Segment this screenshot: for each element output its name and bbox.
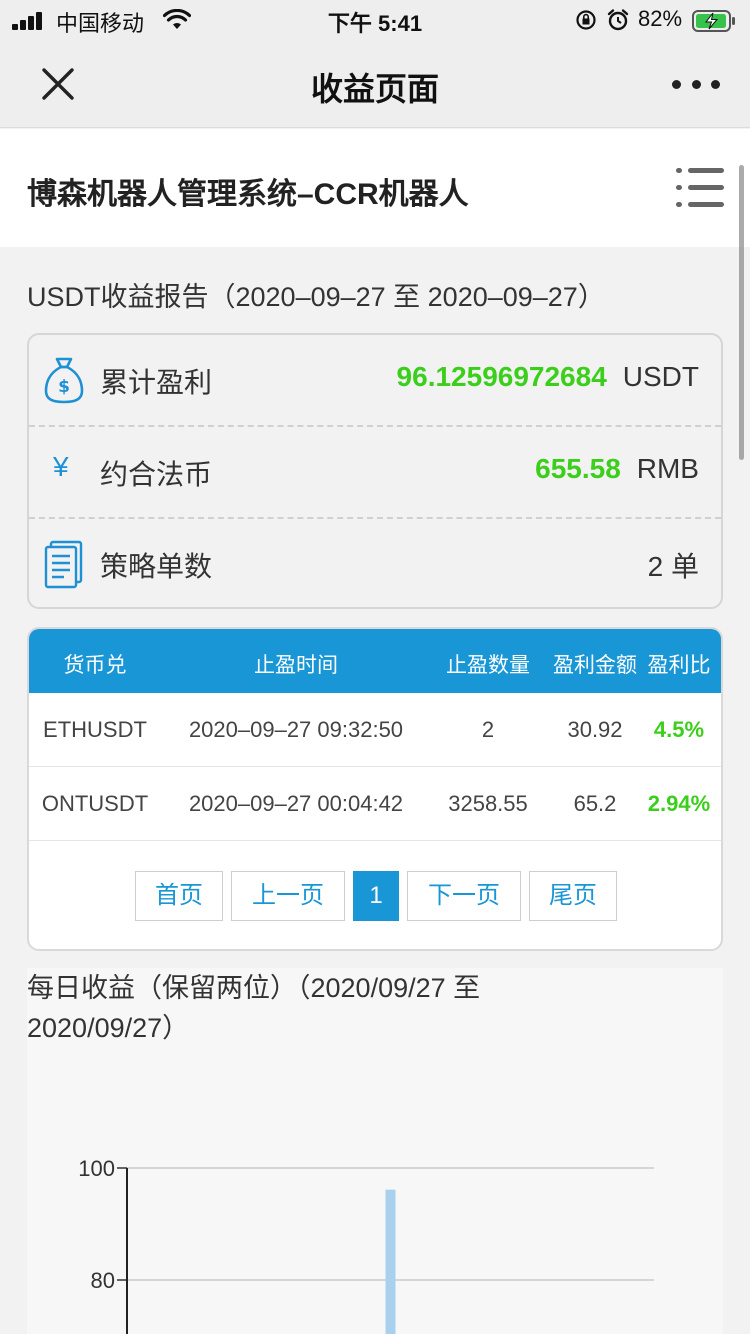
first-page-button[interactable]: 首页 <box>135 871 223 921</box>
rotation-lock-icon <box>576 10 596 30</box>
summary-row-orders: 策略单数 2 单 <box>29 519 721 611</box>
cell-quantity: 2 <box>481 717 495 742</box>
summary-label: 策略单数 <box>100 551 213 582</box>
money-bag-icon: $ <box>44 357 84 404</box>
summary-row-total-profit: $ 累计盈利 96.12596972684 USDT <box>29 335 721 427</box>
column-header: 货币兑 <box>63 654 127 677</box>
last-page-button[interactable]: 尾页 <box>529 871 617 921</box>
profit-table-card: 货币兑 止盈时间 止盈数量 盈利金额 盈利比 ETHUSDT 2020–09–2… <box>27 627 723 951</box>
table-row: ETHUSDT 2020–09–27 09:32:50 2 30.92 4.5% <box>29 693 721 767</box>
total-profit-value: 96.12596972684 <box>396 361 607 392</box>
cell-time: 2020–09–27 00:04:42 <box>188 791 404 816</box>
column-header: 盈利比 <box>647 654 711 677</box>
hamburger-menu-icon[interactable] <box>674 166 724 210</box>
cell-ratio: 4.5% <box>653 717 705 742</box>
summary-unit: USDT <box>622 361 699 392</box>
document-icon <box>44 540 83 589</box>
column-header: 止盈数量 <box>446 654 530 677</box>
more-icon[interactable] <box>672 70 720 98</box>
yen-icon: ¥ <box>53 451 69 482</box>
pagination: 首页 上一页 1 下一页 尾页 <box>29 871 721 923</box>
cell-quantity: 3258.55 <box>448 791 528 816</box>
nav-bar: 收益页面 <box>0 40 750 128</box>
next-page-button[interactable]: 下一页 <box>407 871 521 921</box>
prev-page-button[interactable]: 上一页 <box>231 871 345 921</box>
alarm-icon <box>607 9 629 31</box>
scrollbar[interactable] <box>739 165 744 460</box>
column-header: 止盈时间 <box>254 654 338 677</box>
site-header: 博森机器人管理系统–CCR机器人 <box>0 129 750 247</box>
battery-charging-icon <box>692 10 735 32</box>
cell-pair: ONTUSDT <box>41 791 149 816</box>
chart-canvas: 100 80 <box>78 1156 654 1334</box>
column-header: 盈利金额 <box>553 654 637 677</box>
summary-unit: RMB <box>636 453 699 484</box>
order-count: 2 单 <box>647 551 699 582</box>
battery-percent: 82% <box>638 6 683 31</box>
page-title: 收益页面 <box>310 71 439 107</box>
cell-amount: 30.92 <box>567 717 623 742</box>
table-header: 货币兑 止盈时间 止盈数量 盈利金额 盈利比 <box>29 629 721 693</box>
cell-pair: ETHUSDT <box>43 717 147 742</box>
current-page-button[interactable]: 1 <box>353 871 399 921</box>
summary-label: 约合法币 <box>100 459 213 490</box>
status-bar: 中国移动 下午 5:41 82% <box>0 0 750 40</box>
cell-ratio: 2.94% <box>647 791 711 816</box>
y-tick-label: 100 <box>78 1156 115 1181</box>
cell-amount: 65.2 <box>573 791 617 816</box>
summary-label: 累计盈利 <box>100 367 213 398</box>
cell-time: 2020–09–27 09:32:50 <box>188 717 404 742</box>
summary-row-fiat: ¥ 约合法币 655.58 RMB <box>29 427 721 519</box>
site-title: 博森机器人管理系统–CCR机器人 <box>27 178 469 211</box>
report-title: USDT收益报告（2020–09–27 至 2020–09–27） <box>27 282 605 312</box>
svg-text:$: $ <box>58 377 70 397</box>
fiat-value: 655.58 <box>535 453 621 484</box>
bar <box>385 1189 396 1334</box>
table-row: ONTUSDT 2020–09–27 00:04:42 3258.55 65.2… <box>29 767 721 841</box>
daily-profit-chart: 每日收益（保留两位）（2020/09/27 至 2020/09/27） 100 8… <box>27 968 723 1334</box>
y-tick-label: 80 <box>91 1268 115 1293</box>
summary-card: $ 累计盈利 96.12596972684 USDT ¥ 约合法币 655.58 R… <box>27 333 723 609</box>
